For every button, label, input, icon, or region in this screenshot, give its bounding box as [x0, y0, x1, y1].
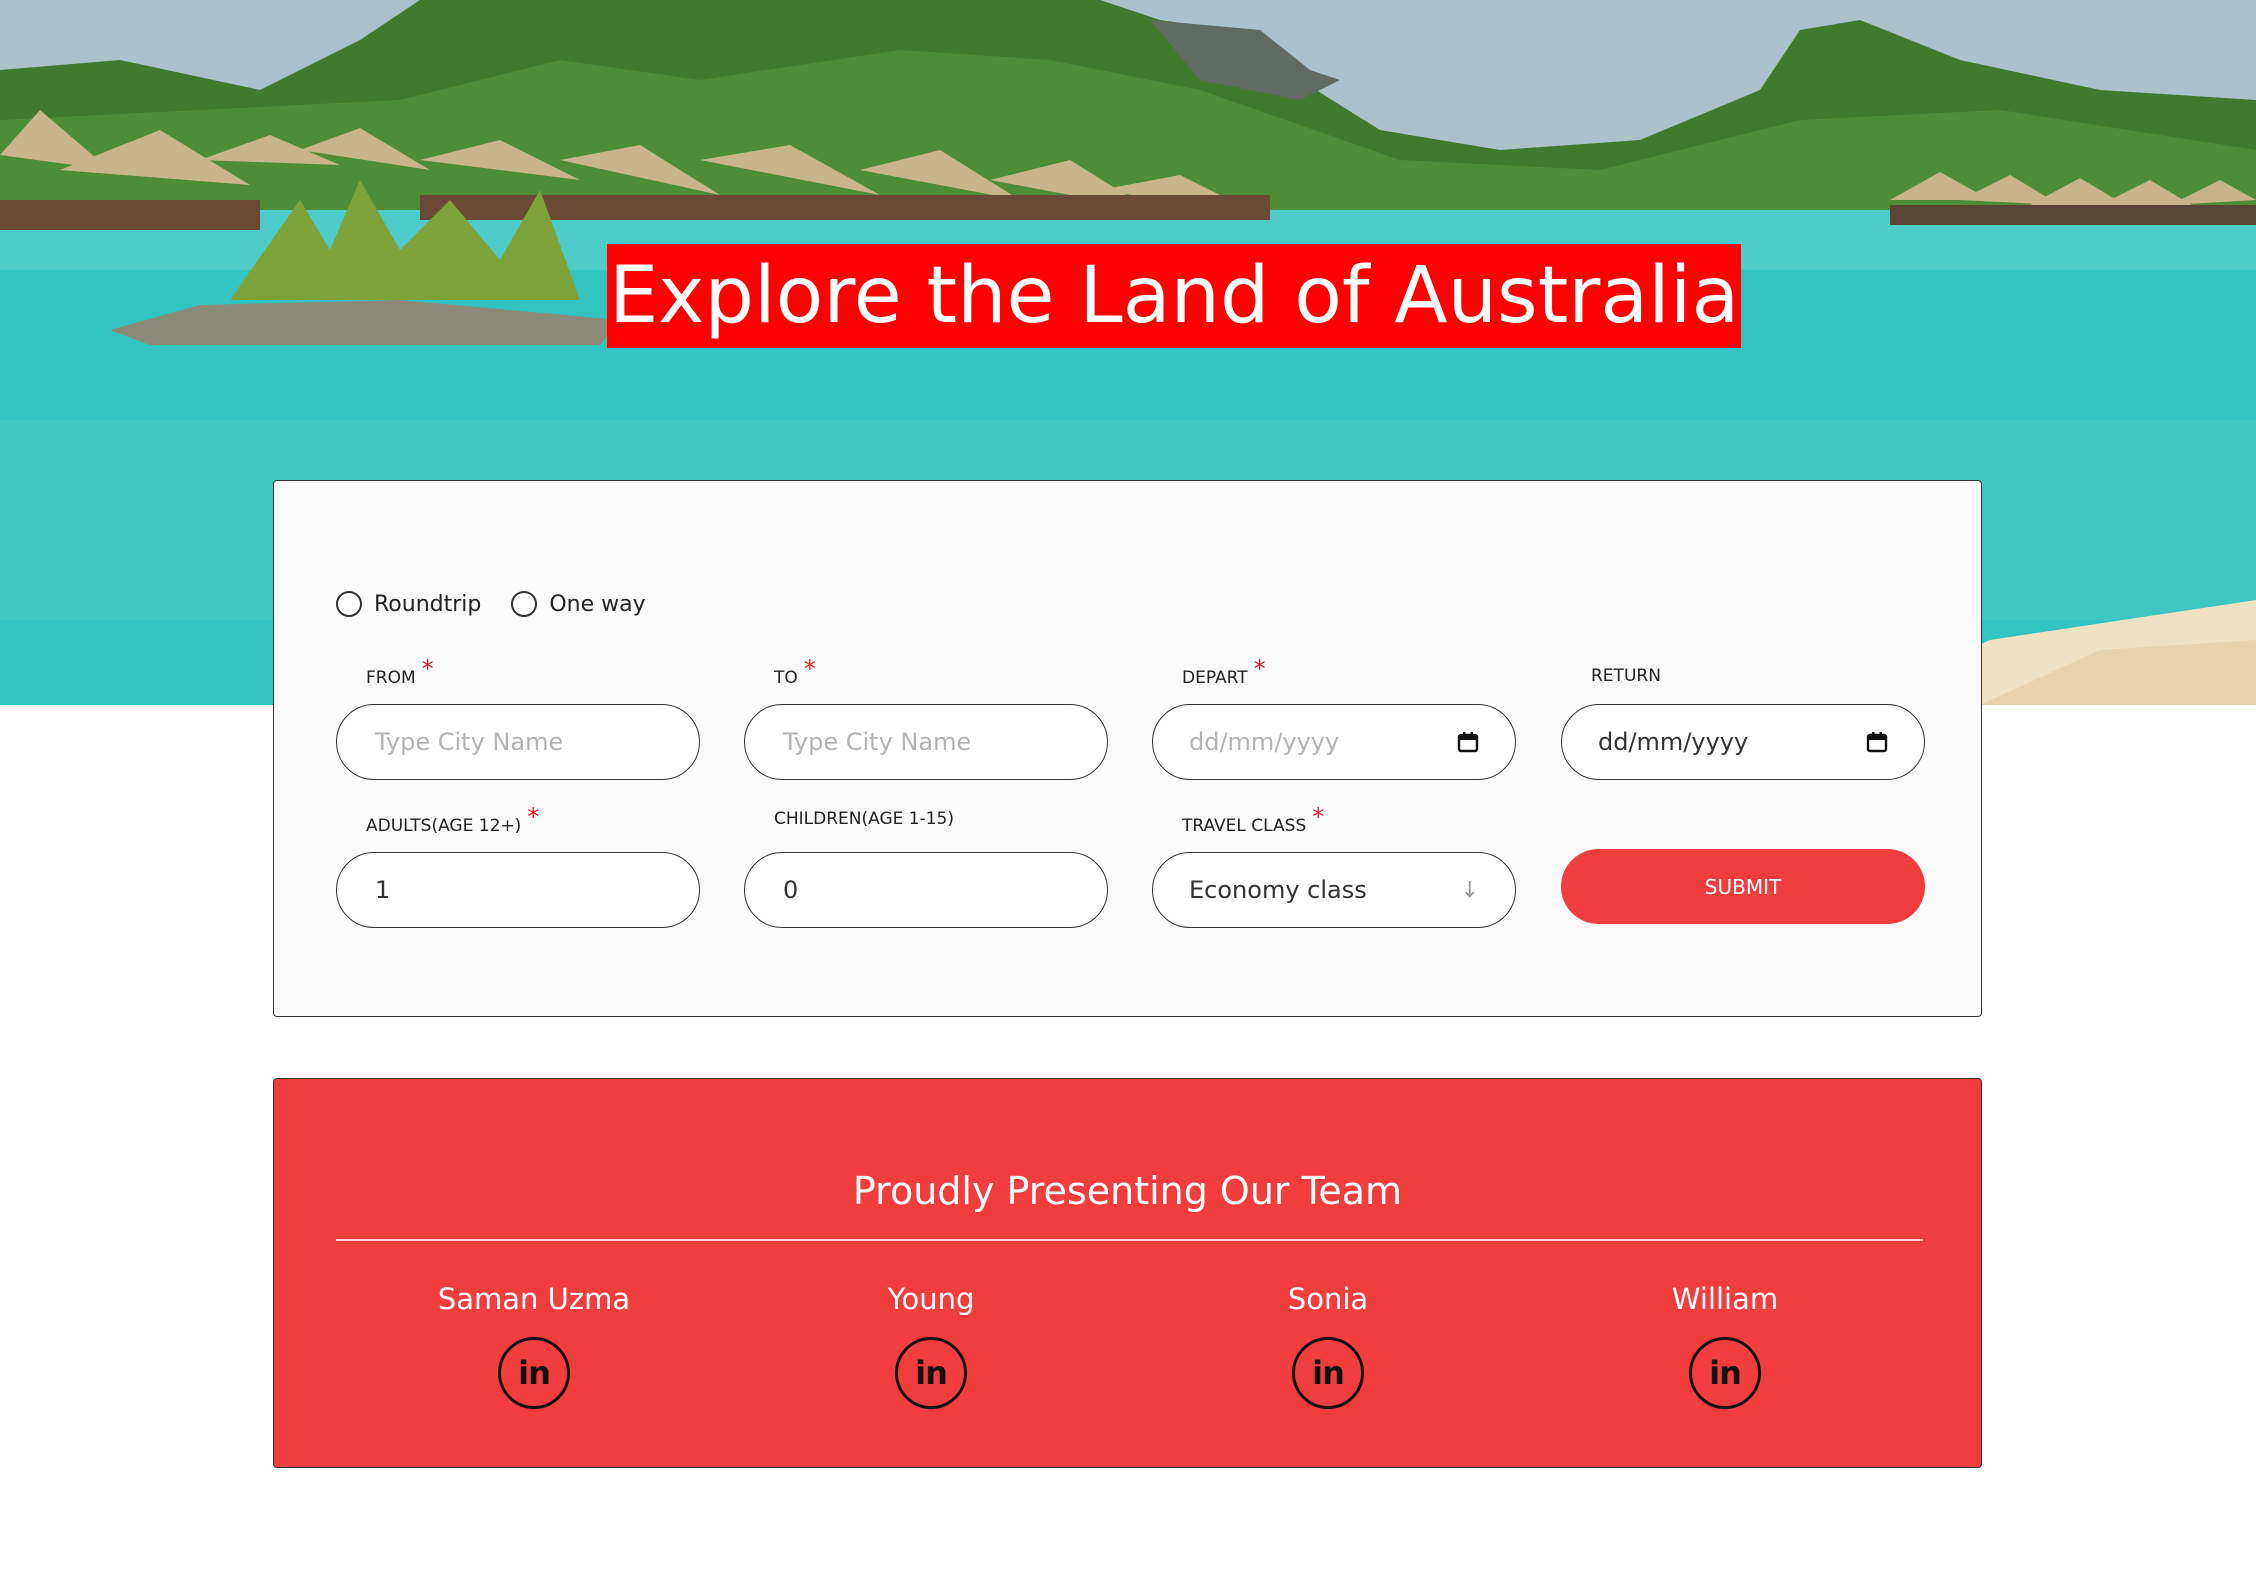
- required-mark: *: [1312, 803, 1325, 831]
- return-date-value: dd/mm/yyyy: [1598, 728, 1749, 756]
- team-member: Sonia in: [1178, 1279, 1478, 1409]
- team-member: Young in: [781, 1279, 1081, 1409]
- team-member: William in: [1575, 1279, 1875, 1409]
- member-name: William: [1671, 1282, 1779, 1316]
- roundtrip-label: Roundtrip: [374, 591, 482, 617]
- one-way-option[interactable]: One way: [511, 591, 646, 617]
- return-label: RETURN: [1591, 666, 1661, 686]
- required-mark: *: [1253, 655, 1266, 683]
- children-input[interactable]: [781, 875, 1071, 905]
- roundtrip-radio[interactable]: [336, 591, 362, 617]
- linkedin-icon[interactable]: in: [1689, 1337, 1761, 1409]
- travel-class-select[interactable]: Economy class ↓: [1152, 852, 1516, 928]
- submit-button[interactable]: SUBMIT: [1561, 849, 1925, 924]
- to-input-wrapper: [744, 704, 1108, 780]
- from-input-wrapper: [336, 704, 700, 780]
- travel-class-value: Economy class: [1189, 876, 1367, 904]
- linkedin-icon[interactable]: in: [498, 1337, 570, 1409]
- children-input-wrapper: [744, 852, 1108, 928]
- member-name: Young: [887, 1282, 975, 1316]
- team-heading: Proudly Presenting Our Team: [852, 1169, 1403, 1213]
- flight-booking-form: Roundtrip One way FROM* TO* DEPART* dd/m…: [273, 480, 1982, 1017]
- roundtrip-option[interactable]: Roundtrip: [336, 591, 481, 617]
- travel-class-label: TRAVEL CLASS *: [1182, 803, 1325, 836]
- linkedin-icon[interactable]: in: [895, 1337, 967, 1409]
- arrow-down-icon: ↓: [1460, 877, 1479, 903]
- calendar-icon[interactable]: [1866, 731, 1888, 753]
- team-member: Saman Uzma in: [384, 1279, 684, 1409]
- adults-label: ADULTS(AGE 12+) *: [366, 803, 540, 836]
- from-input[interactable]: [373, 727, 663, 757]
- adults-input[interactable]: [373, 875, 663, 905]
- return-date-input[interactable]: dd/mm/yyyy: [1561, 704, 1925, 780]
- one-way-radio[interactable]: [511, 591, 538, 617]
- depart-date-input[interactable]: dd/mm/yyyy: [1152, 704, 1516, 780]
- children-label: CHILDREN(AGE 1-15): [774, 809, 954, 829]
- member-name: Saman Uzma: [437, 1282, 631, 1316]
- required-mark: *: [803, 655, 816, 683]
- member-name: Sonia: [1287, 1282, 1369, 1316]
- to-input[interactable]: [781, 727, 1071, 757]
- required-mark: *: [421, 655, 434, 683]
- to-label: TO *: [774, 655, 816, 688]
- adults-input-wrapper: [336, 852, 700, 928]
- calendar-icon[interactable]: [1457, 731, 1479, 753]
- depart-label: DEPART *: [1182, 655, 1266, 688]
- team-divider: [336, 1239, 1923, 1241]
- depart-date-value: dd/mm/yyyy: [1189, 728, 1340, 756]
- linkedin-icon[interactable]: in: [1292, 1337, 1364, 1409]
- one-way-label: One way: [549, 591, 646, 617]
- trip-type-group: Roundtrip One way: [336, 591, 646, 617]
- from-label: FROM *: [366, 655, 434, 688]
- page: Explore the Land of Australia Roundtrip …: [0, 0, 2256, 1572]
- team-section: Proudly Presenting Our Team Saman Uzma i…: [273, 1078, 1982, 1468]
- hero-title: Explore the Land of Australia: [607, 244, 1742, 348]
- required-mark: *: [527, 803, 540, 831]
